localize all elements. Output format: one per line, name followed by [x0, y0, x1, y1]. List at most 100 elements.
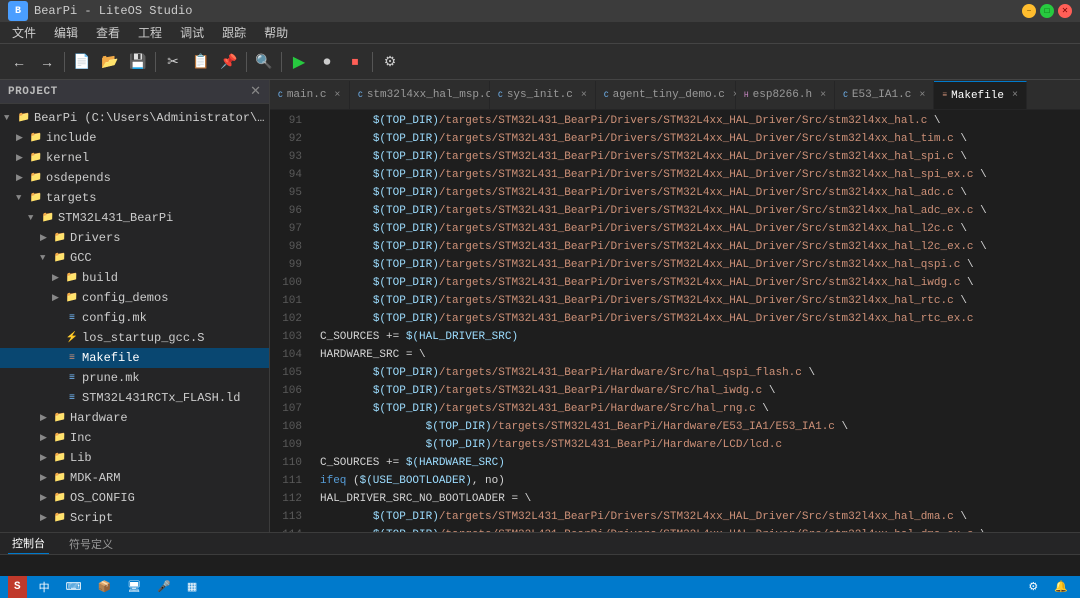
tab-stm32l4xx_hal_msp-c[interactable]: Cstm32l4xx_hal_msp.c ×	[350, 81, 490, 109]
sidebar-item-mdk-arm[interactable]: ▶📁MDK-ARM	[0, 468, 269, 488]
status-bar: S 中 ⌨ 📦 🖥 🎤 ▦ ⚙ 🔔	[0, 576, 1080, 598]
line-number-113: 113	[270, 508, 302, 526]
menu-item-调试[interactable]: 调试	[172, 22, 212, 43]
sidebar-item-hardware[interactable]: ▶📁Hardware	[0, 408, 269, 428]
sidebar-item-config_demos[interactable]: ▶📁config_demos	[0, 288, 269, 308]
status-keyboard-icon[interactable]: ⌨	[62, 576, 86, 598]
tree-label-los_startup: los_startup_gcc.S	[82, 331, 204, 345]
tab-close-btn[interactable]: ×	[919, 90, 925, 101]
sidebar-item-gcc[interactable]: ▼📁GCC	[0, 248, 269, 268]
toolbar-build-btn[interactable]: ▶	[286, 49, 312, 75]
code-container[interactable]: 9192939495969798991001011021031041051061…	[270, 110, 1080, 532]
tree-icon-config_demos: 📁	[64, 292, 80, 304]
sidebar-item-script[interactable]: ▶📁Script	[0, 508, 269, 528]
status-mic-icon[interactable]: 🎤	[153, 576, 175, 598]
toolbar-settings-btn[interactable]: ⚙	[377, 49, 403, 75]
tree-label-gcc: GCC	[70, 251, 92, 265]
status-package-icon[interactable]: 📦	[94, 576, 116, 598]
tab-main-c[interactable]: Cmain.c ×	[270, 81, 350, 109]
tab-E53_IA1-c[interactable]: CE53_IA1.c ×	[835, 81, 934, 109]
code-content[interactable]: $(TOP_DIR)/targets/STM32L431_BearPi/Driv…	[310, 110, 1080, 532]
sidebar-item-config_mk[interactable]: ≡config.mk	[0, 308, 269, 328]
bottom-tab-控制台[interactable]: 控制台	[8, 533, 49, 554]
tab-Makefile[interactable]: ≡Makefile ×	[934, 81, 1027, 109]
tab-close-btn[interactable]: ×	[581, 90, 587, 101]
tree-arrow-mdk-arm: ▶	[40, 473, 52, 483]
sidebar-item-los_startup[interactable]: ⚡los_startup_gcc.S	[0, 328, 269, 348]
sidebar-item-build[interactable]: ▶📁build	[0, 268, 269, 288]
tab-agent_tiny_demo-c[interactable]: Cagent_tiny_demo.c ×	[596, 81, 736, 109]
code-line-116: $(TOP_DIR)/targets/STM32L431_BearPi/Driv…	[320, 526, 1080, 532]
maximize-button[interactable]: □	[1040, 4, 1054, 18]
menu-item-帮助[interactable]: 帮助	[256, 22, 296, 43]
sidebar-item-stm32l431[interactable]: ▼📁STM32L431_BearPi	[0, 208, 269, 228]
tab-sys_init-c[interactable]: Csys_init.c ×	[490, 81, 596, 109]
bottom-tab-符号定义[interactable]: 符号定义	[65, 534, 117, 554]
sidebar-item-osdepends[interactable]: ▶📁osdepends	[0, 168, 269, 188]
tab-close-btn[interactable]: ×	[820, 90, 826, 101]
tree-label-config_mk: config.mk	[82, 311, 147, 325]
menu-item-查看[interactable]: 查看	[88, 22, 128, 43]
status-bell-icon[interactable]: 🔔	[1050, 576, 1072, 598]
sidebar-item-prune_mk[interactable]: ≡prune.mk	[0, 368, 269, 388]
toolbar-save-btn[interactable]: 💾	[125, 49, 151, 75]
code-line-97: $(TOP_DIR)/targets/STM32L431_BearPi/Driv…	[320, 220, 1080, 238]
sidebar-close-btn[interactable]: ✕	[250, 84, 261, 99]
sidebar-item-inc[interactable]: ▶📁Inc	[0, 428, 269, 448]
code-line-95: $(TOP_DIR)/targets/STM32L431_BearPi/Driv…	[320, 184, 1080, 202]
tree-label-mdk-arm: MDK-ARM	[70, 471, 120, 485]
tab-type-indicator: C	[278, 91, 283, 100]
sidebar-item-drivers[interactable]: ▶📁Drivers	[0, 228, 269, 248]
sidebar-item-targets[interactable]: ▼📁targets	[0, 188, 269, 208]
tab-type-indicator: H	[744, 91, 749, 100]
app-icon: B	[8, 1, 28, 21]
status-lang-text[interactable]: 中	[35, 576, 54, 598]
sidebar-item-os-config[interactable]: ▶📁OS_CONFIG	[0, 488, 269, 508]
toolbar-forward-btn[interactable]: →	[34, 49, 60, 75]
sidebar-item-include[interactable]: ▶📁include	[0, 128, 269, 148]
bottom-content	[0, 555, 1080, 577]
line-number-98: 98	[270, 238, 302, 256]
tab-esp8266-h[interactable]: Hesp8266.h ×	[736, 81, 835, 109]
tree-icon-stm32l431: 📁	[40, 212, 56, 224]
minimize-button[interactable]: −	[1022, 4, 1036, 18]
toolbar-copy-btn[interactable]: 📋	[188, 49, 214, 75]
sidebar-item-makefile[interactable]: ≡Makefile	[0, 348, 269, 368]
menu-item-编辑[interactable]: 编辑	[46, 22, 86, 43]
toolbar-back-btn[interactable]: ←	[6, 49, 32, 75]
close-button[interactable]: ✕	[1058, 4, 1072, 18]
toolbar-debug-btn[interactable]: ⏺	[314, 49, 340, 75]
tab-close-btn[interactable]: ×	[1012, 90, 1018, 101]
tree-icon-hardware: 📁	[52, 412, 68, 424]
sidebar-item-lib[interactable]: ▶📁Lib	[0, 448, 269, 468]
sidebar-item-kernel[interactable]: ▶📁kernel	[0, 148, 269, 168]
tree-arrow-os-config: ▶	[40, 493, 52, 503]
tree-icon-prune_mk: ≡	[64, 373, 80, 384]
menu-item-文件[interactable]: 文件	[4, 22, 44, 43]
toolbar-new-btn[interactable]: 📄	[69, 49, 95, 75]
toolbar-paste-btn[interactable]: 📌	[216, 49, 242, 75]
tree-icon-kernel: 📁	[28, 152, 44, 164]
menu-item-工程[interactable]: 工程	[130, 22, 170, 43]
sidebar-item-bearpi-root[interactable]: ▼📁BearPi (C:\Users\Administrator\Deskt..…	[0, 108, 269, 128]
bottom-panel: 控制台符号定义	[0, 532, 1080, 576]
status-grid-icon[interactable]: ▦	[183, 576, 201, 598]
tabs-bar: Cmain.c ×Cstm32l4xx_hal_msp.c ×Csys_init…	[270, 80, 1080, 110]
toolbar-open-btn[interactable]: 📂	[97, 49, 123, 75]
toolbar-stop-btn[interactable]: ⏹	[342, 49, 368, 75]
status-lang-badge[interactable]: S	[8, 576, 27, 598]
tab-type-indicator: C	[843, 91, 848, 100]
status-settings-icon[interactable]: ⚙	[1024, 576, 1042, 598]
main-layout: Project ✕ ▼📁BearPi (C:\Users\Administrat…	[0, 80, 1080, 532]
tree-icon-gcc: 📁	[52, 252, 68, 264]
tree-icon-inc: 📁	[52, 432, 68, 444]
toolbar-search-btn[interactable]: 🔍	[251, 49, 277, 75]
tab-close-btn[interactable]: ×	[334, 90, 340, 101]
tree-label-script: Script	[70, 511, 113, 525]
status-monitor-icon[interactable]: 🖥	[123, 576, 145, 598]
toolbar-cut-btn[interactable]: ✂	[160, 49, 186, 75]
tree-arrow-lib: ▶	[40, 453, 52, 463]
sidebar-item-src[interactable]: ▶📁Src	[0, 528, 269, 532]
sidebar-item-stm32flash[interactable]: ≡STM32L431RCTx_FLASH.ld	[0, 388, 269, 408]
menu-item-跟踪[interactable]: 跟踪	[214, 22, 254, 43]
